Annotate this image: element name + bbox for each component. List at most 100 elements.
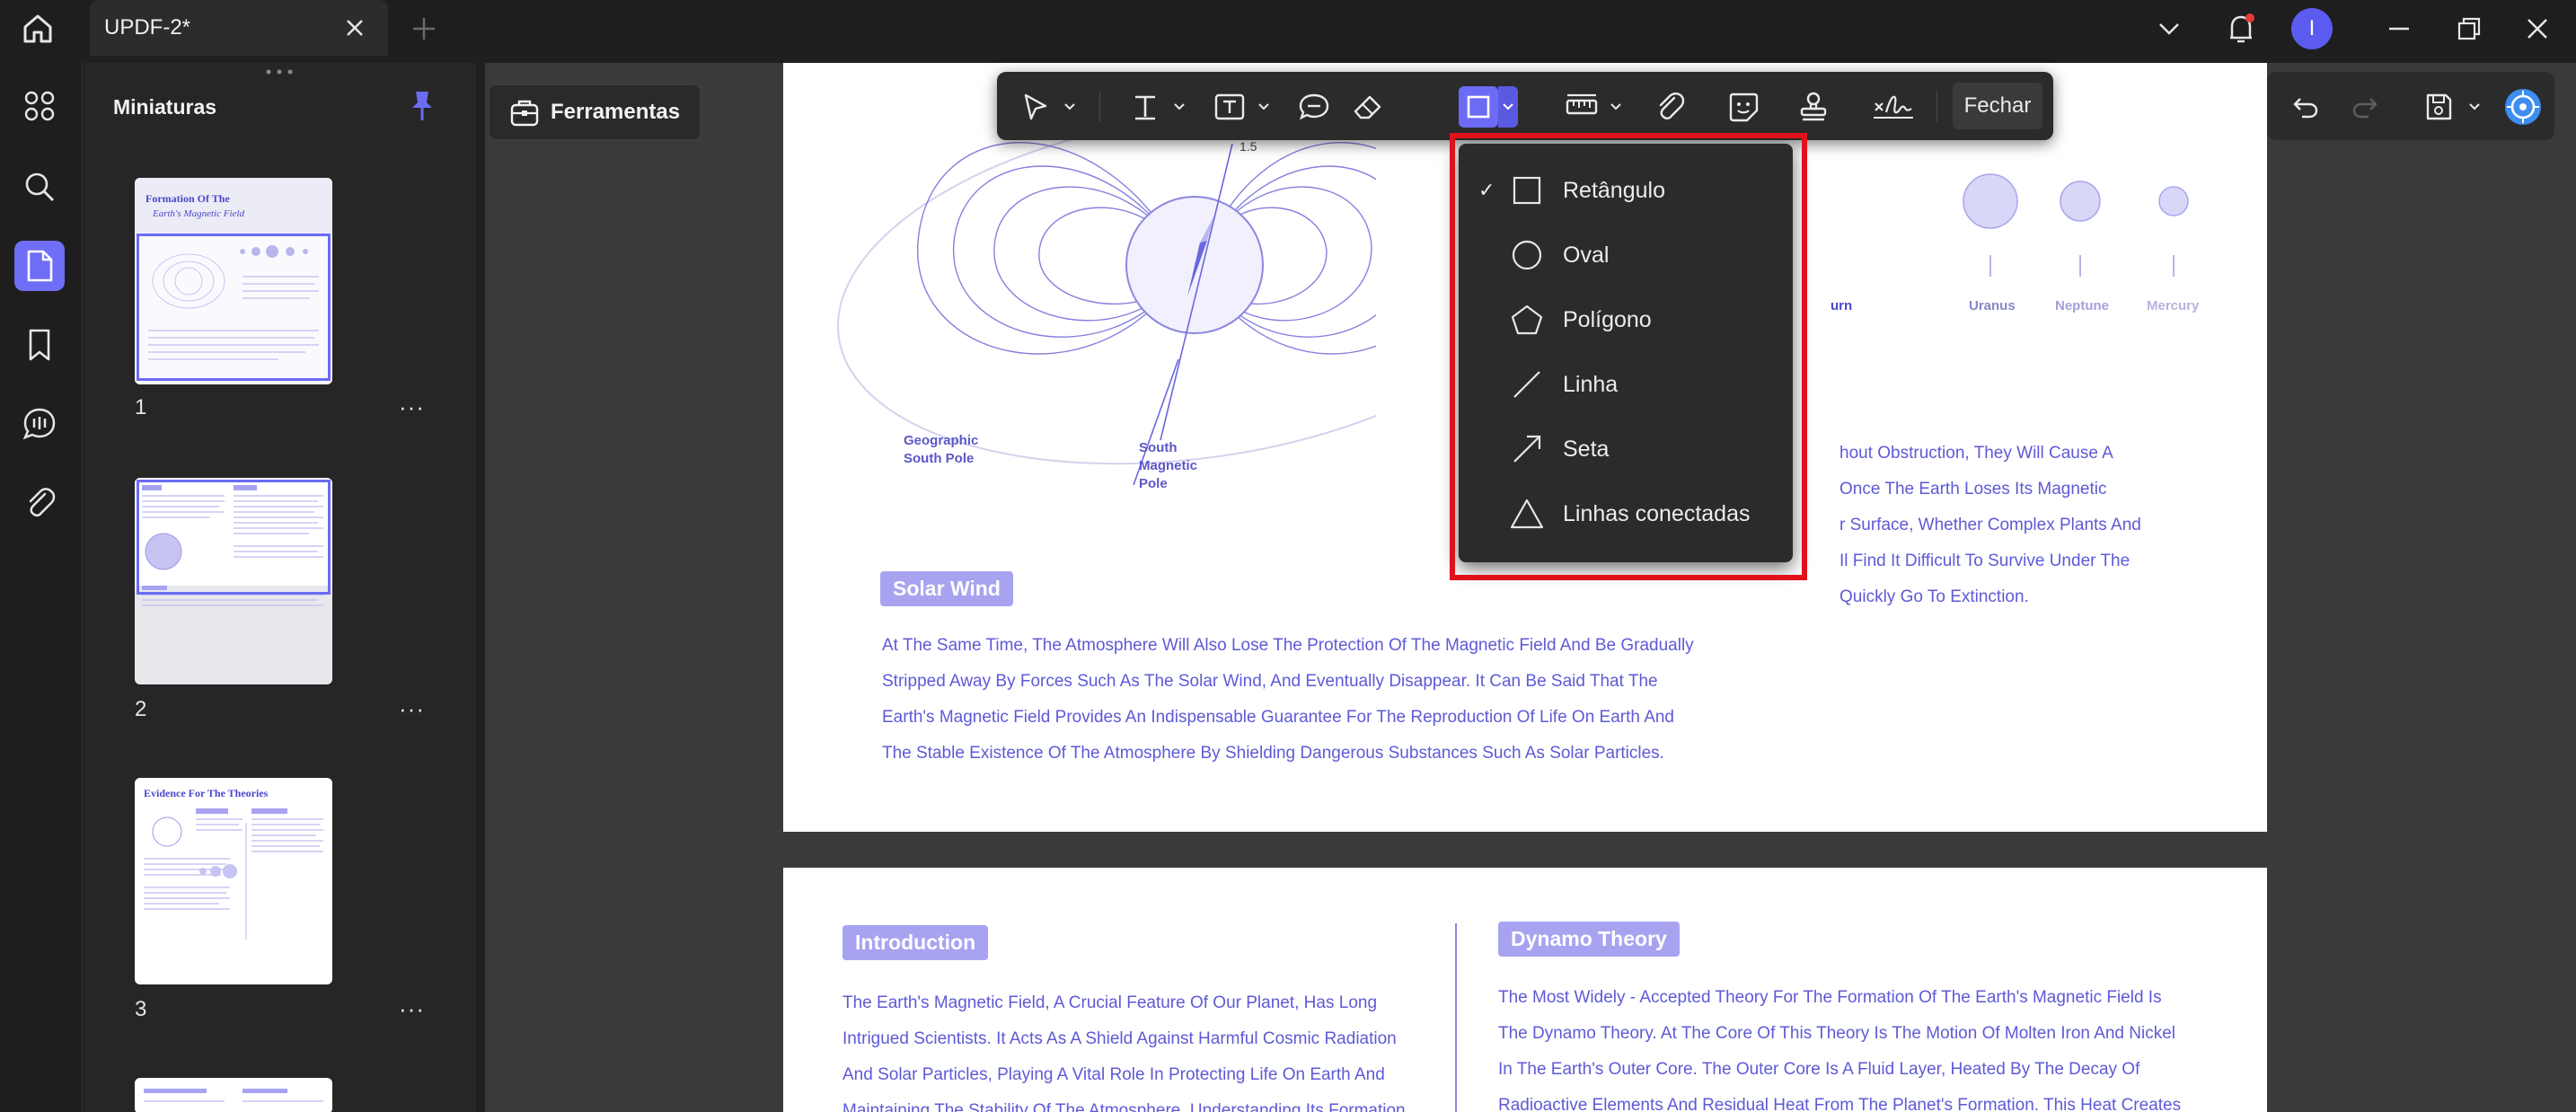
right-paragraph-line-4: Il Find It Difficult To Survive Under Th… [1839,552,2130,570]
toolbox-icon [510,100,539,127]
dynamo-line-2: The Dynamo Theory. At The Core Of This T… [1498,1024,2176,1043]
separator [1099,92,1100,122]
right-paragraph-line-5: Quickly Go To Extinction. [1839,587,2029,606]
right-toolbar [2267,72,2554,140]
magnetic-south-label-3: Pole [1139,476,1168,491]
page-thumbnail-3[interactable]: Evidence For The Theories [135,778,332,984]
left-rail [0,63,83,1112]
geo-south-pole-label-2: South Pole [904,451,975,466]
pdf-page-2[interactable]: Introduction The Earth's Magnetic Field,… [783,868,2267,1112]
pages-icon[interactable] [14,241,65,291]
highlight-annotation-box [1450,133,1807,580]
annotation-toolbar: Fechar [997,72,2053,140]
intro-line-2: Intrigued Scientists. It Acts As A Shiel… [842,1029,1397,1048]
ferramentas-button[interactable]: Ferramentas [489,84,701,140]
fechar-label: Fechar [1963,93,2032,118]
resize-grip-icon[interactable] [264,68,295,75]
close-tab-icon[interactable] [343,16,366,40]
document-tab[interactable]: UPDF-2* [90,0,388,56]
tab-title: UPDF-2* [104,15,191,40]
page-number-3: 3 [135,997,147,1021]
select-cursor-icon[interactable] [1015,86,1056,128]
planet-label-neptune: Neptune [2055,298,2109,313]
fechar-button[interactable]: Fechar [1953,83,2042,129]
shape-rectangle-icon[interactable] [1459,86,1498,128]
solar-wind-line-4: The Stable Existence Of The Atmosphere B… [882,744,1664,763]
thumb3-title: Evidence For The Theories [144,787,269,799]
page-2-more-icon[interactable]: ··· [399,695,425,723]
avatar-letter: I [2291,8,2333,49]
search-icon[interactable] [14,162,65,212]
chevron-down-icon[interactable] [2147,9,2192,49]
planets-diagram [1963,173,2189,277]
angle-label: 1.5 [1239,139,1257,154]
thumbnails-panel: Miniaturas Formation Of The Earth's Magn… [84,63,476,1112]
page-3-more-icon[interactable]: ··· [399,995,425,1023]
planet-label-uranus: Uranus [1969,298,2016,313]
restore-icon[interactable] [2447,9,2492,49]
text-tool-icon[interactable] [1125,86,1166,128]
minimize-icon[interactable] [2377,9,2422,49]
select-dropdown-chevron-icon[interactable] [1060,95,1080,119]
signature-icon[interactable] [1868,86,1919,128]
stamp-icon[interactable] [1793,86,1834,128]
redo-icon[interactable] [2344,86,2386,128]
solar-wind-line-3: Earth's Magnetic Field Provides An Indis… [882,708,1674,727]
ferramentas-label: Ferramentas [551,100,681,124]
solar-wind-heading: Solar Wind [880,571,1013,606]
separator [1936,92,1937,122]
save-dropdown-chevron-icon[interactable] [2465,95,2484,119]
text-box-icon[interactable] [1209,86,1250,128]
page-number-2: 2 [135,697,147,721]
page-number-1: 1 [135,395,147,419]
attachment-icon[interactable] [14,478,65,528]
ai-assistant-icon[interactable] [2502,86,2544,128]
planet-label-saturn: urn [1831,298,1853,313]
dynamo-line-1: The Most Widely - Accepted Theory For Th… [1498,988,2162,1007]
solar-wind-line-1: At The Same Time, The Atmosphere Will Al… [882,636,1694,655]
geo-south-pole-label-1: Geographic [904,433,979,448]
magnetic-south-label-2: Magnetic [1139,458,1198,473]
bookmark-icon[interactable] [14,320,65,370]
shape-dropdown-chevron-icon[interactable] [1498,86,1518,128]
attach-file-icon[interactable] [1649,86,1690,128]
column-divider [1455,923,1457,1112]
page-1-more-icon[interactable]: ··· [399,393,425,421]
dynamo-theory-heading: Dynamo Theory [1498,922,1680,957]
comments-icon[interactable] [14,399,65,449]
eraser-icon[interactable] [1347,86,1389,128]
intro-line-1: The Earth's Magnetic Field, A Crucial Fe… [842,993,1378,1012]
comment-icon[interactable] [1293,86,1335,128]
close-window-icon[interactable] [2515,9,2560,49]
apps-grid-icon[interactable] [14,81,65,131]
thumbnails-title: Miniaturas [113,95,217,119]
page-thumbnail-4[interactable] [135,1078,332,1112]
page-thumbnail-1[interactable]: Formation Of The Earth's Magnetic Field [135,178,332,384]
text-box-dropdown-chevron-icon[interactable] [1254,95,1274,119]
notification-bell-icon[interactable] [2219,9,2263,49]
save-icon[interactable] [2418,86,2459,128]
dynamo-line-4: Radioactive Elements And Residual Heat F… [1498,1096,2182,1112]
sticker-icon[interactable] [1723,86,1764,128]
pin-icon[interactable] [404,88,440,124]
dynamo-line-3: In The Earth's Outer Core. The Outer Cor… [1498,1060,2140,1079]
intro-line-3: And Solar Particles, Playing A Vital Rol… [842,1065,1385,1084]
introduction-heading: Introduction [842,925,989,960]
thumb1-title-line2: Earth's Magnetic Field [153,208,244,219]
avatar[interactable]: I [2289,8,2335,49]
measure-dropdown-chevron-icon[interactable] [1606,95,1626,119]
home-icon[interactable] [18,11,57,47]
undo-icon[interactable] [2285,86,2326,128]
right-paragraph-line-1: hout Obstruction, They Will Cause A [1839,444,2113,463]
solar-wind-line-2: Stripped Away By Forces Such As The Sola… [882,672,1658,691]
title-bar: UPDF-2* I [0,0,2576,56]
right-paragraph-line-3: r Surface, Whether Complex Plants And [1839,516,2141,534]
magnetic-south-label-1: South [1139,440,1178,455]
text-dropdown-chevron-icon[interactable] [1169,95,1189,119]
measure-icon[interactable] [1561,86,1602,128]
intro-line-4: Maintaining The Stability Of The Atmosph… [842,1101,1406,1112]
thumb1-title-line1: Formation Of The [146,192,230,205]
new-tab-icon[interactable] [410,14,438,43]
page-thumbnail-2[interactable] [135,478,332,684]
right-paragraph-line-2: Once The Earth Loses Its Magnetic [1839,480,2107,499]
